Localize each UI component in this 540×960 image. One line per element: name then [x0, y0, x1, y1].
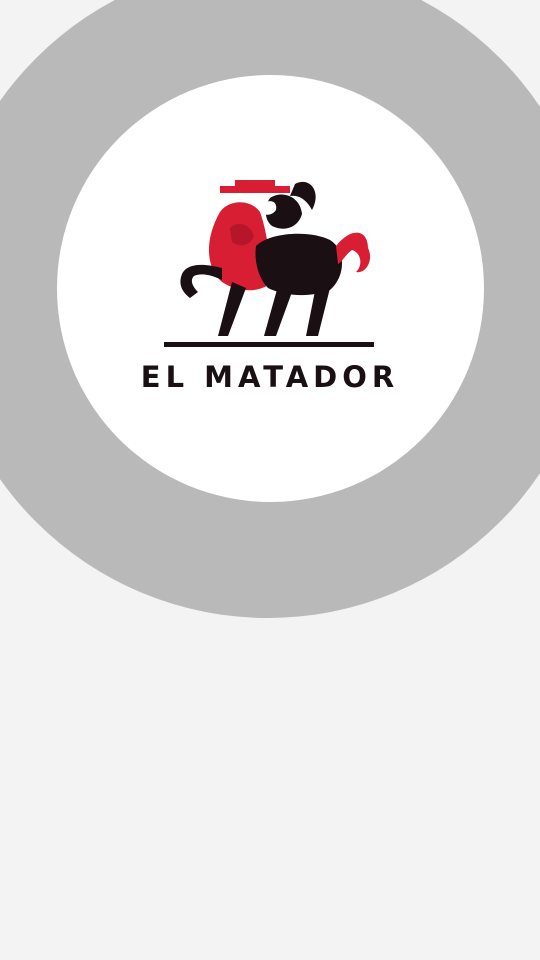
brand-name: EL MATADOR — [140, 360, 400, 394]
splash-screen: EL MATADOR — [0, 0, 540, 960]
bull-with-red-cape-icon — [160, 176, 385, 351]
